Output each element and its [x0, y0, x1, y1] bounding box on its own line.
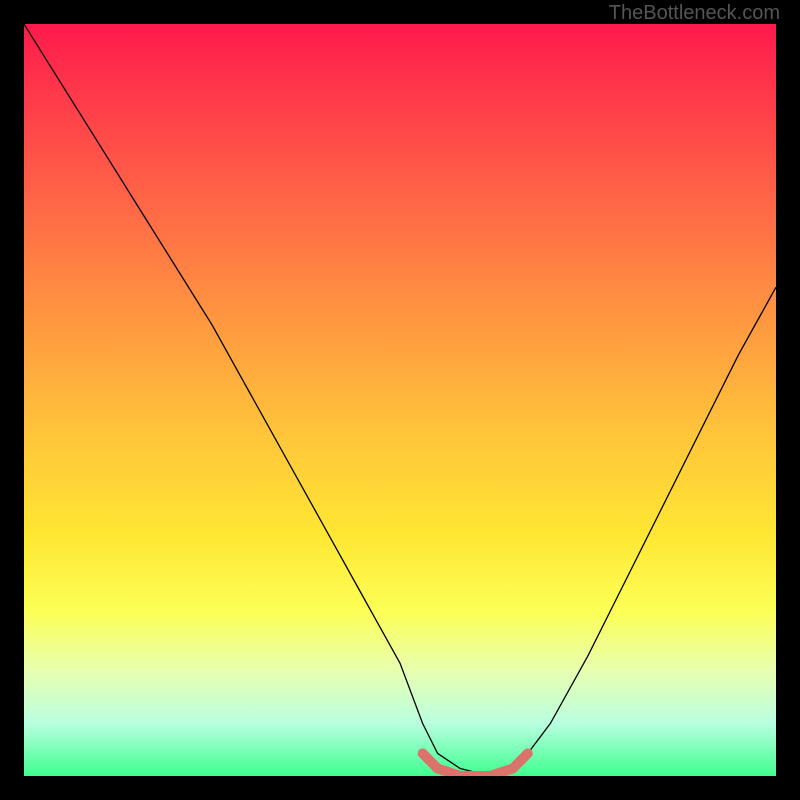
marker-band: [423, 753, 528, 776]
main-curve: [24, 24, 776, 776]
chart-svg: [24, 24, 776, 776]
watermark-text: TheBottleneck.com: [609, 2, 780, 25]
